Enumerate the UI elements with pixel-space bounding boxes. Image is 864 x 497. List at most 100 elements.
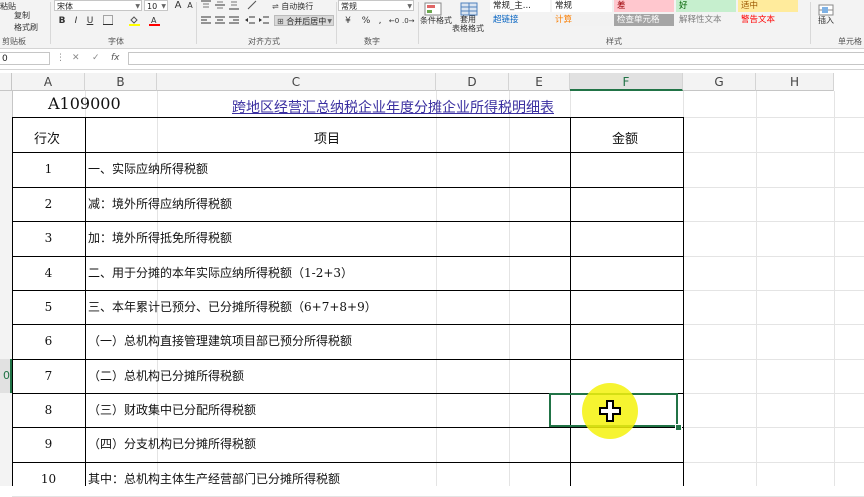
cell-style-0[interactable]: 常规_主... (490, 0, 550, 12)
align-right-icon[interactable] (228, 15, 240, 27)
row-number-cell[interactable]: 6 (12, 324, 85, 359)
fill-color-icon[interactable] (128, 15, 140, 27)
border-icon[interactable] (102, 15, 114, 27)
align-center-icon[interactable] (214, 15, 226, 27)
row-number-cell[interactable]: 8 (12, 393, 85, 427)
cell-style-2[interactable]: 差 (614, 0, 674, 12)
cell-style-9[interactable]: 警告文本 (738, 14, 798, 26)
decrease-indent-icon[interactable] (244, 15, 256, 27)
align-middle-icon[interactable] (214, 0, 226, 12)
decrease-decimal-icon[interactable]: .0→ (402, 15, 415, 27)
item-cell[interactable]: 三、本年累计已预分、已分摊所得税额（6+7+8+9） (88, 290, 377, 324)
row-header[interactable] (0, 290, 12, 324)
item-cell[interactable]: 二、用于分摊的本年实际应纳所得税额（1-2+3） (88, 256, 353, 290)
column-header-g[interactable]: G (683, 73, 756, 91)
row-number-cell[interactable]: 10 (12, 462, 85, 496)
item-cell[interactable]: （四）分支机构已分摊所得税额 (88, 427, 256, 462)
insert-function-icon[interactable]: fx (111, 53, 120, 63)
enter-icon[interactable]: ✓ (92, 53, 100, 63)
amount-cell[interactable] (570, 187, 683, 221)
align-bottom-icon[interactable] (228, 0, 240, 12)
insert-button[interactable]: 插入 (818, 15, 834, 26)
cell-style-6[interactable]: 计算 (552, 14, 612, 26)
column-header-h[interactable]: H (756, 73, 834, 91)
item-cell[interactable]: （二）总机构已分摊所得税额 (88, 359, 244, 393)
cell-style-8[interactable]: 解释性文本 (676, 14, 736, 26)
fill-handle[interactable] (675, 424, 682, 431)
header-row-number[interactable]: 行次 (34, 128, 60, 147)
currency-icon[interactable]: ¥ (342, 15, 354, 27)
row-header[interactable] (0, 221, 12, 256)
row-number-cell[interactable]: 1 (12, 152, 85, 187)
cell-style-3[interactable]: 好 (676, 0, 736, 12)
conditional-format-button[interactable]: 条件格式 (420, 15, 452, 26)
shrink-font-button[interactable]: A (184, 0, 196, 12)
format-as-table-icon[interactable] (460, 1, 480, 16)
number-format-combo[interactable]: 常规 ▼ (338, 0, 414, 11)
row-number-cell[interactable]: 2 (12, 187, 85, 221)
format-as-table-button[interactable]: 套用 表格格式 (452, 15, 484, 33)
form-code[interactable]: A109000 (48, 94, 121, 113)
row-header[interactable] (0, 152, 12, 187)
underline-button[interactable]: U (84, 15, 96, 27)
align-top-icon[interactable] (200, 0, 212, 12)
column-header-d[interactable]: D (436, 73, 509, 91)
comma-button[interactable]: , (374, 15, 386, 27)
item-cell[interactable]: （三）财政集中已分配所得税额 (88, 393, 256, 427)
row-number-cell[interactable]: 9 (12, 427, 85, 462)
item-cell[interactable]: （一）总机构直接管理建筑项目部已预分所得税额 (88, 324, 352, 359)
row-number-cell[interactable]: 3 (12, 221, 85, 256)
name-box[interactable]: 0 (0, 52, 50, 65)
format-painter-button[interactable]: 格式刷 (14, 22, 38, 33)
column-header-a[interactable]: A (12, 73, 85, 91)
amount-cell[interactable] (570, 256, 683, 290)
row-number-cell[interactable]: 4 (12, 256, 85, 290)
cancel-icon[interactable]: ✕ (72, 53, 80, 63)
row-number-cell[interactable]: 5 (12, 290, 85, 324)
column-header-e[interactable]: E (509, 73, 570, 91)
amount-cell[interactable] (570, 152, 683, 187)
column-header-c[interactable]: C (157, 73, 436, 91)
row-header[interactable] (0, 427, 12, 462)
insert-cells-icon[interactable] (818, 1, 834, 16)
row-header[interactable] (0, 256, 12, 290)
header-item[interactable]: 项目 (314, 128, 340, 147)
increase-decimal-icon[interactable]: ←0 (388, 15, 400, 27)
select-all-corner[interactable] (0, 73, 12, 91)
font-name-combo[interactable]: 宋体 ▼ (54, 0, 142, 11)
cell-style-1[interactable]: 常规 (552, 0, 612, 12)
cell-style-5[interactable]: 超链接 (490, 14, 550, 26)
align-left-icon[interactable] (200, 15, 212, 27)
percent-button[interactable]: % (360, 15, 372, 27)
row-header[interactable] (0, 187, 12, 221)
font-size-combo[interactable]: 10 ▼ (144, 0, 168, 11)
row-header[interactable] (0, 91, 12, 117)
item-cell[interactable]: 一、实际应纳所得税额 (88, 152, 208, 187)
item-cell[interactable]: 减：境外所得应纳所得税额 (88, 187, 232, 221)
italic-button[interactable]: I (70, 15, 82, 27)
row-header[interactable]: 0 (0, 359, 12, 393)
bold-button[interactable]: B (56, 15, 68, 27)
cell-style-4[interactable]: 适中 (738, 0, 798, 12)
row-header[interactable] (0, 393, 12, 427)
item-cell[interactable]: 其中：总机构主体生产经营部门已分摊所得税额 (88, 462, 340, 496)
merge-center-button[interactable]: ⊞ 合并后居中 ▼ (274, 15, 334, 26)
row-header[interactable] (0, 117, 12, 152)
font-color-icon[interactable]: A (148, 15, 160, 27)
amount-cell[interactable] (570, 324, 683, 359)
grow-font-button[interactable]: A (172, 0, 184, 12)
copy-button[interactable]: 复制 (14, 10, 30, 21)
header-amount[interactable]: 金额 (612, 128, 638, 147)
row-header[interactable] (0, 324, 12, 359)
orientation-icon[interactable] (246, 0, 258, 12)
cell-style-7[interactable]: 检查单元格 (614, 14, 674, 26)
wrap-text-button[interactable]: ⇌ 自动换行 (272, 1, 313, 12)
formula-input[interactable] (128, 52, 864, 65)
column-header-f[interactable]: F (570, 73, 683, 91)
conditional-format-icon[interactable] (424, 1, 444, 16)
amount-cell[interactable] (570, 290, 683, 324)
amount-cell[interactable] (570, 221, 683, 256)
sheet-title[interactable]: 跨地区经营汇总纳税企业年度分摊企业所得税明细表 (232, 97, 554, 117)
item-cell[interactable]: 加：境外所得抵免所得税额 (88, 221, 232, 256)
amount-cell[interactable] (570, 462, 683, 496)
